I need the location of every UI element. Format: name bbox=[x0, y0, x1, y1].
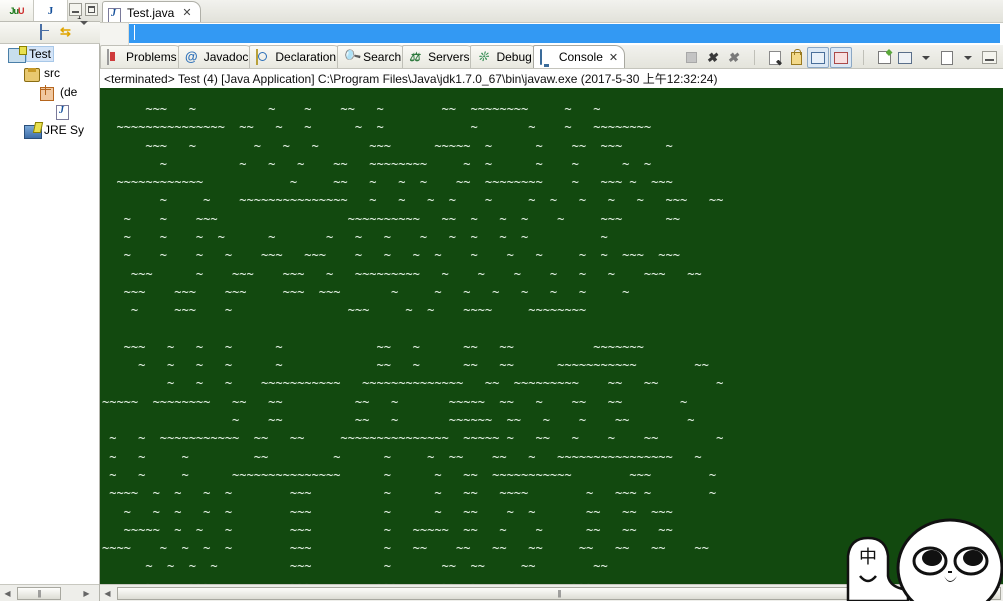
package-explorer-toolbar: ⇆ bbox=[0, 20, 100, 44]
collapse-all-icon[interactable] bbox=[40, 23, 56, 41]
left-view-tabbar: JuU J » 1 bbox=[0, 0, 100, 22]
terminate-button[interactable] bbox=[681, 48, 701, 67]
minimize-view-button[interactable] bbox=[979, 48, 999, 67]
tree-item-label: JRE Sy bbox=[44, 122, 85, 137]
bottom-view-tabbar: Problems @ Javadoc Declaration 🔍 Search … bbox=[100, 45, 1003, 69]
open-console-button[interactable] bbox=[937, 48, 957, 67]
tree-item-package[interactable]: (de bbox=[0, 82, 99, 101]
console-toolbar: ✖ ✖ bbox=[681, 47, 999, 68]
scroll-left-arrow[interactable]: ◀ bbox=[100, 586, 115, 601]
scroll-thumb[interactable]: ||| bbox=[117, 586, 1001, 600]
tab-declaration[interactable]: Declaration bbox=[249, 45, 344, 68]
close-icon[interactable]: ✕ bbox=[609, 51, 618, 64]
tab-label: Servers bbox=[428, 50, 470, 64]
remove-launch-button[interactable]: ✖ bbox=[702, 48, 722, 67]
clear-console-button[interactable] bbox=[765, 48, 785, 67]
main-area: Test.java ✕ Problems @ Javadoc bbox=[100, 0, 1003, 601]
view-menu-icon[interactable] bbox=[80, 20, 96, 41]
package-icon bbox=[40, 84, 58, 101]
tab-label: Search bbox=[363, 50, 402, 64]
editor-selected-line[interactable] bbox=[129, 24, 1000, 43]
tab-javadoc[interactable]: @ Javadoc bbox=[177, 45, 256, 68]
toolbar-separator-2 bbox=[853, 48, 873, 67]
tab-label: Javadoc bbox=[203, 50, 249, 64]
show-console-on-output-button[interactable] bbox=[807, 47, 829, 68]
servers-icon: ⚖ bbox=[409, 50, 420, 64]
remove-all-terminated-button[interactable]: ✖ bbox=[723, 48, 743, 67]
scroll-left-arrow[interactable]: ◀ bbox=[0, 586, 15, 601]
tree-item-label: src bbox=[44, 65, 60, 80]
tab-servers[interactable]: ⚖ Servers bbox=[402, 45, 477, 68]
console-icon bbox=[539, 49, 555, 65]
editor-tab-label: Test.java bbox=[127, 5, 175, 20]
java-file-icon bbox=[56, 103, 74, 120]
editor-tabbar: Test.java ✕ bbox=[100, 0, 1003, 23]
eclipse-window: JuU J » 1 ⇆ Test bbox=[0, 0, 1003, 601]
display-console-dropdown[interactable] bbox=[916, 48, 936, 67]
minimize-icon[interactable] bbox=[69, 3, 82, 16]
console-ascii-art: ~~~ ~ ~ ~ ~~ ~ ~~ ~~~~~~~~ ~ ~ ~~~~~~~~~… bbox=[102, 102, 724, 584]
tab-label: Declaration bbox=[275, 50, 337, 64]
show-console-on-error-button[interactable] bbox=[830, 47, 852, 68]
tab-search[interactable]: 🔍 Search bbox=[337, 45, 409, 68]
javadoc-icon: @ bbox=[184, 49, 198, 64]
tab-label: Console bbox=[558, 50, 603, 64]
editor-area: Test.java ✕ bbox=[100, 0, 1003, 46]
toolbar-separator-1 bbox=[744, 48, 764, 67]
project-tree[interactable]: Test src (de JRE Sy bbox=[0, 44, 99, 584]
pin-console-button[interactable] bbox=[874, 48, 894, 67]
tree-item-label: Test bbox=[26, 45, 55, 62]
tree-item-project[interactable]: Test bbox=[0, 44, 99, 63]
tab-label: Debug bbox=[496, 50, 532, 64]
editor-caret bbox=[134, 25, 135, 40]
java-icon: J bbox=[47, 4, 54, 17]
project-icon bbox=[8, 45, 27, 63]
tree-item-src[interactable]: src bbox=[0, 63, 99, 82]
tree-item-label: (de bbox=[60, 84, 78, 99]
problems-icon bbox=[107, 49, 122, 65]
editor-body[interactable] bbox=[100, 22, 1003, 46]
console-hscrollbar[interactable]: ◀ ||| bbox=[100, 584, 1003, 601]
tree-item-java-file[interactable] bbox=[0, 101, 99, 120]
editor-tab-test-java[interactable]: Test.java ✕ bbox=[102, 1, 201, 23]
jre-library-icon bbox=[24, 122, 42, 139]
editor-gutter bbox=[100, 23, 129, 46]
tab-label: Problems bbox=[126, 50, 177, 64]
source-folder-icon bbox=[24, 65, 42, 82]
declaration-icon bbox=[256, 49, 271, 65]
package-explorer-panel: JuU J » 1 ⇆ Test bbox=[0, 0, 100, 601]
junit-icon: JuU bbox=[9, 5, 24, 16]
maximize-icon[interactable] bbox=[85, 3, 98, 16]
debug-icon: ❊ bbox=[477, 49, 489, 64]
package-explorer-hscrollbar[interactable]: ◀ ||| ▶ bbox=[0, 584, 99, 601]
display-selected-console-button[interactable] bbox=[895, 48, 915, 67]
scroll-lock-button[interactable] bbox=[786, 48, 806, 67]
console-view: Problems @ Javadoc Declaration 🔍 Search … bbox=[100, 45, 1003, 601]
console-status-line: <terminated> Test (4) [Java Application]… bbox=[100, 69, 1003, 88]
scroll-right-arrow[interactable]: ▶ bbox=[79, 586, 94, 601]
tab-problems[interactable]: Problems bbox=[100, 45, 184, 68]
left-panel-window-buttons bbox=[69, 3, 98, 16]
tab-debug[interactable]: ❊ Debug bbox=[470, 45, 539, 68]
java-file-icon bbox=[108, 6, 123, 23]
scroll-thumb[interactable]: ||| bbox=[17, 586, 61, 600]
search-icon: 🔍 bbox=[340, 45, 363, 68]
tree-item-jre[interactable]: JRE Sy bbox=[0, 120, 99, 139]
close-icon[interactable]: ✕ bbox=[182, 6, 191, 19]
console-output-area[interactable]: ~~~ ~ ~ ~ ~~ ~ ~~ ~~~~~~~~ ~ ~ ~~~~~~~~~… bbox=[100, 88, 1003, 584]
open-console-dropdown[interactable] bbox=[958, 48, 978, 67]
link-with-editor-icon[interactable]: ⇆ bbox=[60, 24, 76, 41]
tab-console[interactable]: Console ✕ bbox=[532, 45, 626, 68]
java-view-tab[interactable]: J bbox=[34, 0, 68, 21]
junit-view-tab[interactable]: JuU bbox=[0, 0, 34, 21]
